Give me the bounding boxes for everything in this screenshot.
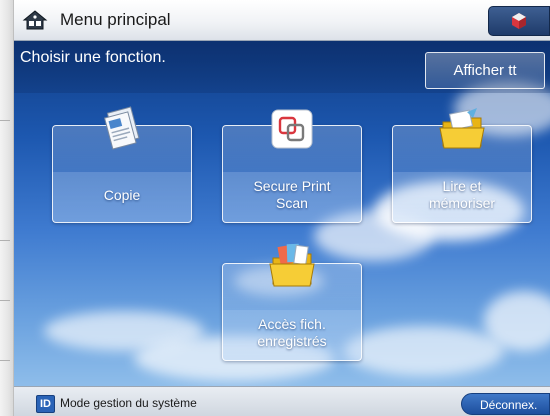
cube-icon [512, 13, 526, 29]
function-label: Secure Print Scan [253, 178, 331, 211]
title-bar: Menu principal [14, 0, 550, 41]
function-copy-button[interactable]: Copie [52, 106, 192, 223]
touch-screen: Menu principal Choisir une fonction. Aff… [14, 0, 550, 416]
function-label: Copie [103, 187, 141, 203]
show-all-button[interactable]: Afficher tt [425, 52, 545, 89]
function-stored-files-button[interactable]: Accès fich. enregistrés [222, 243, 362, 361]
id-badge-icon: ID [36, 395, 55, 413]
folder-icon [439, 108, 485, 149]
page-title: Menu principal [60, 10, 171, 29]
stored-files-icon [269, 243, 315, 287]
secure-print-scan-icon [271, 109, 313, 149]
copy-icon [103, 106, 140, 150]
status-monitor-button[interactable] [488, 6, 550, 36]
status-bar: ID Mode gestion du système Déconnex. [14, 386, 550, 416]
function-secure-print-scan-button[interactable]: Secure Print Scan [222, 109, 362, 223]
function-label: Accès fich. enregistrés [257, 316, 327, 349]
function-scan-and-store-button[interactable]: Lire et mémoriser [392, 108, 532, 223]
logout-button[interactable]: Déconnex. [461, 393, 550, 415]
instruction-text: Choisir une fonction. [20, 49, 166, 66]
main-menu-area: Choisir une fonction. Afficher tt Copie [14, 41, 550, 386]
device-bezel [0, 0, 14, 416]
home-icon[interactable] [22, 9, 48, 31]
system-mode-text: Mode gestion du système [60, 396, 197, 410]
function-label: Lire et mémoriser [428, 178, 496, 211]
